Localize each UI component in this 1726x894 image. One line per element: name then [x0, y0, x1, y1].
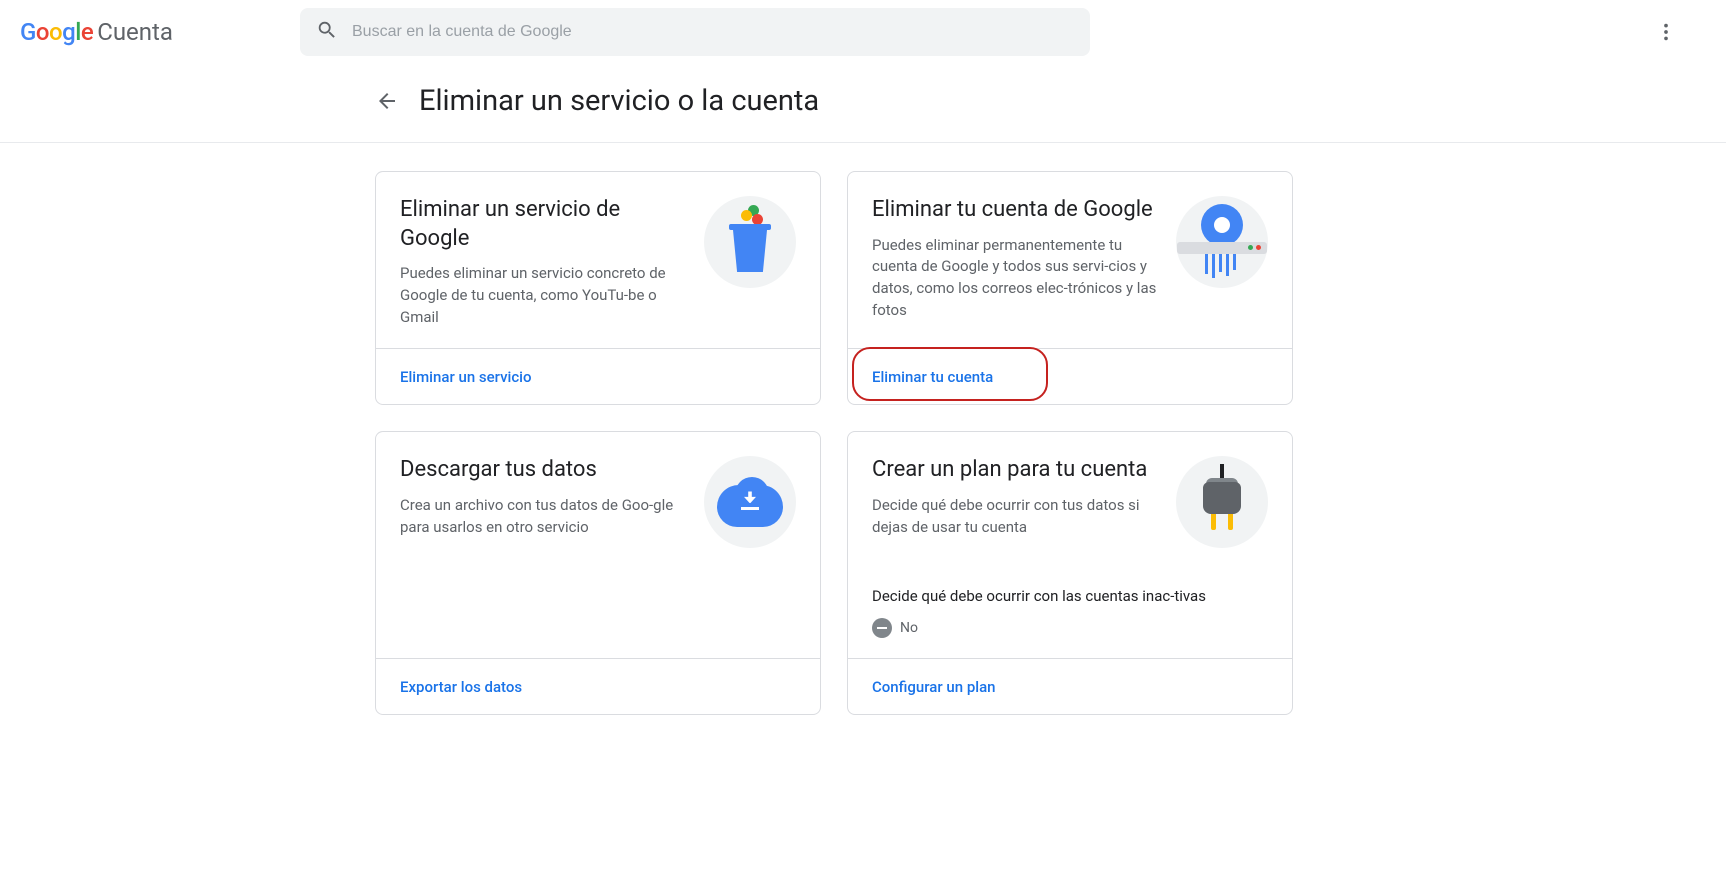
- card-desc: Puedes eliminar permanentemente tu cuent…: [872, 235, 1160, 322]
- card-text: Eliminar tu cuenta de Google Puedes elim…: [872, 196, 1160, 328]
- card-delete-service: Eliminar un servicio de Google Puedes el…: [375, 171, 821, 405]
- logo-letter: o: [36, 18, 49, 46]
- card-delete-account: Eliminar tu cuenta de Google Puedes elim…: [847, 171, 1293, 405]
- inactive-accounts-label: Decide qué debe ocurrir con las cuentas …: [872, 586, 1268, 608]
- card-footer: Eliminar un servicio: [376, 348, 820, 404]
- card-download-data: Descargar tus datos Crea un archivo con …: [375, 431, 821, 715]
- inactive-status-value: No: [900, 620, 918, 636]
- logo-letter: G: [20, 18, 36, 46]
- logo-letter: g: [62, 18, 75, 46]
- inactive-status-row: No: [872, 618, 1268, 638]
- card-text: Descargar tus datos Crea un archivo con …: [400, 456, 688, 638]
- minus-circle-icon: [872, 618, 892, 638]
- back-button[interactable]: [375, 89, 399, 113]
- card-title: Descargar tus datos: [400, 456, 688, 485]
- arrow-back-icon: [375, 89, 399, 113]
- card-text: Eliminar un servicio de Google Puedes el…: [400, 196, 688, 328]
- card-desc: Puedes eliminar un servicio concreto de …: [400, 263, 688, 328]
- card-body: Descargar tus datos Crea un archivo con …: [376, 432, 820, 658]
- delete-service-link[interactable]: Eliminar un servicio: [400, 368, 532, 386]
- card-title: Eliminar un servicio de Google: [400, 196, 688, 253]
- shredder-icon: [1176, 196, 1268, 288]
- logo-section[interactable]: Google Cuenta: [20, 18, 280, 46]
- inactive-accounts-section: Decide qué debe ocurrir con las cuentas …: [872, 586, 1268, 638]
- card-footer: Configurar un plan: [848, 658, 1292, 714]
- app-header: Google Cuenta: [0, 0, 1726, 64]
- cloud-download-icon: [704, 456, 796, 548]
- trash-icon: [704, 196, 796, 288]
- card-title: Crear un plan para tu cuenta: [872, 456, 1160, 485]
- configure-plan-link[interactable]: Configurar un plan: [872, 678, 996, 696]
- card-text: Crear un plan para tu cuenta Decide qué …: [872, 456, 1160, 548]
- cards-area: Eliminar un servicio de Google Puedes el…: [0, 143, 1726, 715]
- card-body: Eliminar un servicio de Google Puedes el…: [376, 172, 820, 348]
- delete-account-link[interactable]: Eliminar tu cuenta: [872, 368, 993, 386]
- account-label: Cuenta: [97, 18, 173, 46]
- plug-icon: [1176, 456, 1268, 548]
- card-account-plan: Crear un plan para tu cuenta Decide qué …: [847, 431, 1293, 715]
- more-menu-button[interactable]: [1646, 12, 1686, 52]
- export-data-link[interactable]: Exportar los datos: [400, 678, 522, 696]
- page-title: Eliminar un servicio o la cuenta: [419, 84, 819, 118]
- cards-grid: Eliminar un servicio de Google Puedes el…: [375, 171, 1293, 715]
- card-footer: Exportar los datos: [376, 658, 820, 714]
- more-vert-icon: [1655, 21, 1677, 43]
- card-desc: Decide qué debe ocurrir con tus datos si…: [872, 495, 1160, 539]
- card-body: Crear un plan para tu cuenta Decide qué …: [848, 432, 1292, 658]
- logo-letter: o: [49, 18, 62, 46]
- page-title-row: Eliminar un servicio o la cuenta: [0, 64, 1726, 142]
- search-input[interactable]: [352, 23, 1074, 41]
- card-body: Eliminar tu cuenta de Google Puedes elim…: [848, 172, 1292, 348]
- card-footer: Eliminar tu cuenta: [848, 348, 1292, 404]
- google-logo: Google: [20, 18, 93, 46]
- search-icon: [316, 19, 338, 45]
- card-desc: Crea un archivo con tus datos de Goo‐gle…: [400, 495, 688, 539]
- card-title: Eliminar tu cuenta de Google: [872, 196, 1160, 225]
- search-bar[interactable]: [300, 8, 1090, 56]
- logo-letter: e: [81, 18, 93, 46]
